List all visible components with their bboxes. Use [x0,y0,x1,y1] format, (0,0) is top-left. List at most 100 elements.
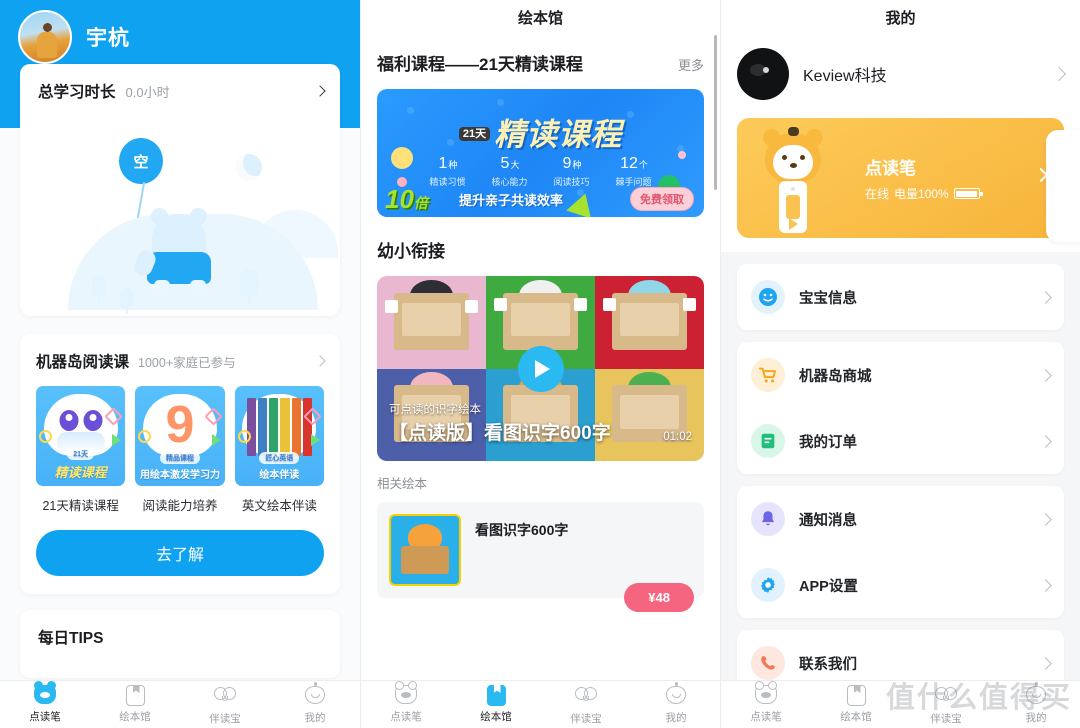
tab-library[interactable]: 绘本馆 [90,685,180,724]
pen-icon [395,681,417,704]
video-title: 【点读版】看图识字600字 [389,423,611,444]
tab-label: 伴读宝 [930,713,962,725]
course-thumb-item[interactable]: 匠心英语 绘本伴读 英文绘本伴读 [234,386,324,514]
chevron-right-icon[interactable] [1039,368,1052,382]
book-title: 看图识字600字 [475,522,569,538]
welfare-section-header: 福利课程——21天精读课程 更多 [361,34,720,75]
free-claim-button[interactable]: 免费领取 [630,187,694,211]
welfare-banner[interactable]: 21天 精读课程 1种 精读习惯 5大 核心能力 9种 阅读技巧 12个 棘手问题 [377,89,704,217]
chevron-right-icon[interactable] [1039,512,1052,526]
tab-companion[interactable]: 伴读宝 [180,683,270,726]
tree-icon [239,269,259,305]
tab-pen[interactable]: 点读笔 [0,681,90,724]
book-icon [486,685,506,706]
tab-pen[interactable]: 点读笔 [721,681,811,724]
related-books-label: 相关绘本 [377,477,428,491]
tree-icon [120,288,134,314]
course-thumb-item[interactable]: 9 精品课程 用绘本激发学习力 阅读能力培养 [135,386,225,514]
video-duration: 01:02 [663,431,692,443]
banner-slogan: 提升亲子共读效率 [459,193,564,208]
tab-companion[interactable]: 伴读宝 [901,683,991,726]
stat-unit: 个 [638,160,648,170]
tab-library[interactable]: 绘本馆 [451,685,541,724]
daily-tips-card[interactable]: 每日TIPS [20,610,340,678]
menu-item-orders[interactable]: 我的订单 [737,408,1064,474]
tab-pen[interactable]: 点读笔 [361,681,451,724]
account-row[interactable]: Keview科技 [721,34,1080,106]
book-cover-thumbnail [389,514,461,586]
menu-group-3: 通知消息 APP设置 [737,486,1064,618]
left-user-header[interactable]: 宇杭 [0,0,360,64]
device-status-row: 在线 电量100% [865,185,983,202]
stat-unit: 大 [510,160,520,170]
chevron-right-icon[interactable] [314,355,326,367]
learn-more-button[interactable]: 去了解 [36,530,324,576]
tab-label: 绘本馆 [119,711,151,723]
panel-library: 绘本馆 福利课程——21天精读课程 更多 21天 精读课程 1种 精读习惯 5大… [360,0,720,728]
device-info: 点读笔 在线 电量100% [865,154,983,202]
reading-course-subtitle: 1000+家庭已参与 [138,355,236,370]
chevron-right-icon[interactable] [1039,578,1052,592]
chevron-right-icon[interactable] [1039,434,1052,448]
offscreen-card-peek [1046,130,1080,242]
reading-course-header[interactable]: 机器岛阅读课 1000+家庭已参与 [36,350,326,372]
phone-icon [751,646,785,680]
tab-label: 绘本馆 [480,711,512,723]
banner-stat: 5大 核心能力 [491,155,527,188]
welfare-more-link[interactable]: 更多 [678,55,704,74]
menu-item-label: 机器岛商城 [799,368,872,385]
avatar[interactable] [737,48,789,100]
study-time-card[interactable]: 总学习时长 0.0小时 空 [20,64,340,316]
menu-item-mall[interactable]: 机器岛商城 [737,342,1064,408]
tab-mine[interactable]: 我的 [270,682,360,725]
chevron-right-icon[interactable] [1039,290,1052,304]
chevron-right-icon[interactable] [1051,66,1067,82]
pen-icon [755,681,777,704]
tab-label: 点读笔 [750,711,782,723]
play-button[interactable] [517,345,564,392]
menu-item-label: 通知消息 [799,512,857,529]
smiley-icon [751,280,785,314]
chevron-right-icon[interactable] [1039,656,1052,670]
pen-icon [34,681,56,704]
book-price-button[interactable]: ¥48 [624,583,694,612]
book-icon [125,685,145,706]
bridge-section-title: 幼小衔接 [377,242,445,261]
menu-item-label: APP设置 [799,578,858,595]
menu-item-label: 宝宝信息 [799,290,857,307]
cover-badge: 精品课程 [159,452,200,464]
tree-icon [92,276,106,302]
tabbar-middle: 点读笔 绘本馆 伴读宝 我的 [361,680,720,728]
stat-unit: 种 [572,160,582,170]
related-book-row[interactable]: 看图识字600字 ¥48 [377,502,704,612]
mine-top-section: 我的 Keview科技 点读笔 在线 电量100% [721,0,1080,252]
stat-number: 1 [438,155,448,172]
panel-pen-home: 宇杭 总学习时长 0.0小时 空 机器岛阅读课 1000+家庭已参与 21天 精… [0,0,360,728]
reading-pen-illustration [749,123,837,233]
menu-item-notifications[interactable]: 通知消息 [737,486,1064,552]
balloon-string [136,182,145,218]
tabbar-left: 点读笔 绘本馆 伴读宝 我的 [0,680,360,728]
video-tile [377,276,486,369]
avatar[interactable] [18,10,72,64]
vertical-scrollbar[interactable] [714,35,717,190]
tab-mine[interactable]: 我的 [631,682,720,725]
tab-companion[interactable]: 伴读宝 [541,683,631,726]
menu-item-baby-info[interactable]: 宝宝信息 [737,264,1064,330]
chevron-right-icon[interactable] [314,85,326,97]
gear-icon [751,568,785,602]
baby-icon [305,682,325,704]
tab-mine[interactable]: 我的 [991,682,1080,725]
video-tile [595,276,704,369]
device-card[interactable]: 点读笔 在线 电量100% [737,118,1064,238]
moon-icon [236,154,262,180]
tab-library[interactable]: 绘本馆 [811,685,901,724]
tab-label: 绘本馆 [840,711,872,723]
course-cover-2: 9 精品课程 用绘本激发学习力 [135,386,225,486]
cover-title: 用绘本激发学习力 [139,470,220,481]
balloon-icon: 空 [119,138,163,184]
menu-item-app-settings[interactable]: APP设置 [737,552,1064,618]
course-thumb-item[interactable]: 21天 精读课程 21天精读课程 [36,386,126,514]
cover-title: 绘本伴读 [259,470,300,481]
video-card[interactable]: 可点读的识字绘本 【点读版】看图识字600字 01:02 [377,276,704,461]
